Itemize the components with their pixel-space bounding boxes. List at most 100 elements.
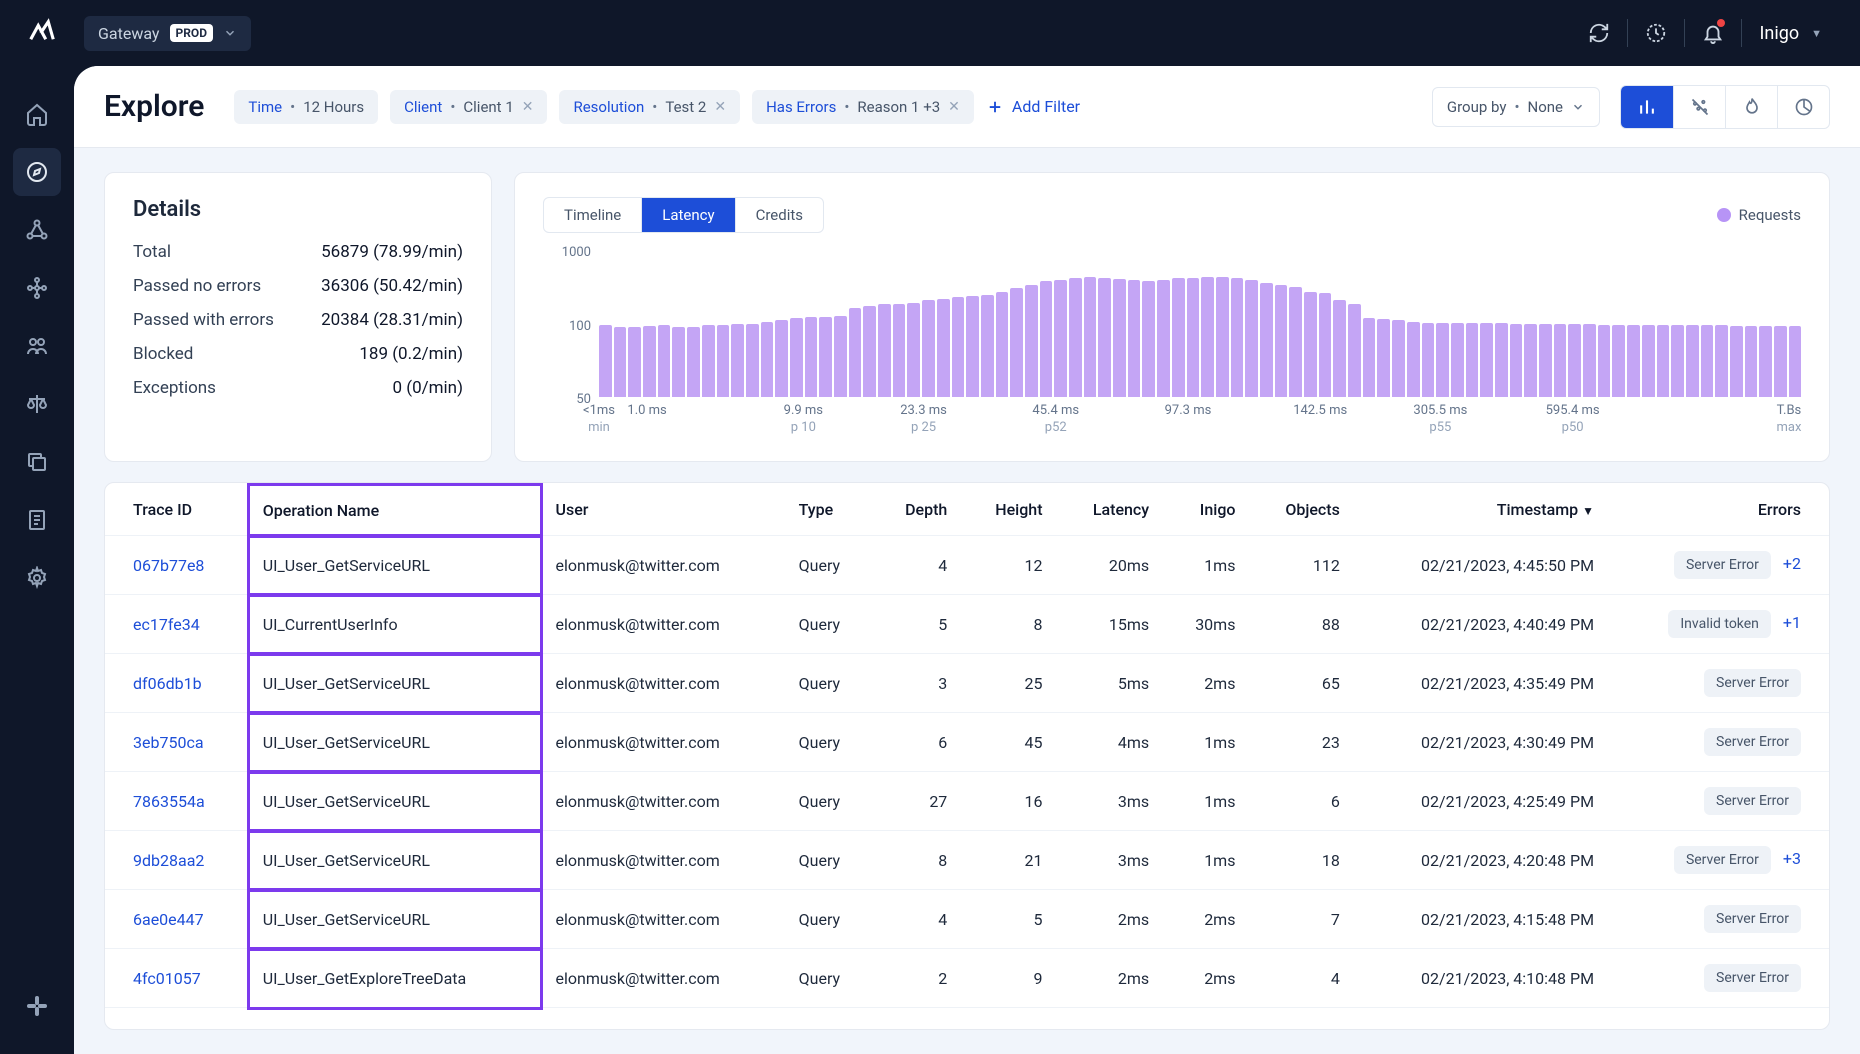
error-badge[interactable]: Server Error (1704, 905, 1801, 933)
chart-bar[interactable] (1319, 293, 1332, 397)
column-header[interactable]: Errors (1608, 485, 1829, 536)
chart-bar[interactable] (922, 300, 935, 397)
chart-bar[interactable] (1407, 322, 1420, 397)
error-badge[interactable]: Invalid token (1668, 610, 1771, 638)
chart-bar[interactable] (1304, 292, 1317, 397)
chart-bar[interactable] (1671, 325, 1684, 397)
chart-bar[interactable] (1539, 324, 1552, 397)
column-header[interactable]: Timestamp▼ (1354, 485, 1608, 536)
chart-bar[interactable] (1495, 323, 1508, 397)
table-row[interactable]: ec17fe34UI_CurrentUserInfoelonmusk@twitt… (105, 595, 1829, 654)
error-badge[interactable]: Server Error (1674, 551, 1771, 579)
chart-bar[interactable] (952, 297, 965, 397)
notifications-button[interactable] (1689, 13, 1737, 53)
chart-bar[interactable] (1701, 325, 1714, 397)
chart-bar[interactable] (672, 327, 685, 397)
chart-bar[interactable] (1759, 326, 1772, 397)
chart-bar[interactable] (1686, 325, 1699, 397)
chart-bar[interactable] (1260, 283, 1273, 397)
trace-id-link[interactable]: df06db1b (133, 674, 202, 693)
chart-bar[interactable] (937, 299, 950, 397)
chart-bar[interactable] (849, 308, 862, 397)
table-row[interactable]: 7863554aUI_User_GetServiceURLelonmusk@tw… (105, 772, 1829, 831)
chart-bar[interactable] (981, 295, 994, 397)
view-pie-button[interactable] (1777, 86, 1829, 128)
table-row[interactable]: 3eb750caUI_User_GetServiceURLelonmusk@tw… (105, 713, 1829, 772)
chart-bar[interactable] (1451, 323, 1464, 397)
chart-bar[interactable] (878, 304, 891, 397)
error-badge[interactable]: Server Error (1704, 964, 1801, 992)
column-header[interactable]: Operation Name (249, 485, 542, 536)
table-row[interactable]: 9db28aa2UI_User_GetServiceURLelonmusk@tw… (105, 831, 1829, 890)
error-badge[interactable]: Server Error (1704, 728, 1801, 756)
chart-bar[interactable] (1128, 280, 1141, 397)
trace-id-link[interactable]: 9db28aa2 (133, 851, 204, 870)
column-header[interactable]: Trace ID (105, 485, 249, 536)
chart-bar[interactable] (1524, 324, 1537, 397)
chart-bar[interactable] (1363, 318, 1376, 397)
chart-bar[interactable] (1348, 304, 1361, 397)
column-header[interactable]: Depth (872, 485, 961, 536)
table-row[interactable]: df06db1bUI_User_GetServiceURLelonmusk@tw… (105, 654, 1829, 713)
trace-id-link[interactable]: 067b77e8 (133, 556, 204, 575)
add-filter-button[interactable]: Add Filter (986, 97, 1080, 116)
column-header[interactable]: User (541, 485, 784, 536)
filter-chip[interactable]: Time•12 Hours (234, 90, 378, 124)
filter-chip[interactable]: Resolution•Test 2✕ (559, 90, 740, 124)
chart-bar[interactable] (1025, 285, 1038, 397)
sidebar-item-settings[interactable] (13, 554, 61, 602)
trace-id-link[interactable]: 7863554a (133, 792, 205, 811)
sidebar-item-schema[interactable] (13, 264, 61, 312)
chart-bar[interactable] (1480, 323, 1493, 397)
chart-bar[interactable] (1010, 288, 1023, 397)
chart-bar[interactable] (717, 325, 730, 397)
sidebar-item-graph[interactable] (13, 206, 61, 254)
chart-bar[interactable] (1172, 278, 1185, 397)
view-flame-button[interactable] (1725, 86, 1777, 128)
column-header[interactable]: Type (785, 485, 873, 536)
chart-bar[interactable] (1289, 287, 1302, 397)
chart-bar[interactable] (1568, 324, 1581, 397)
chart-bar[interactable] (907, 303, 920, 397)
chart-bar[interactable] (1789, 326, 1802, 397)
chart-bar[interactable] (1054, 280, 1067, 397)
filter-chip[interactable]: Has Errors•Reason 1 +3✕ (752, 90, 974, 124)
chart-bar[interactable] (1231, 278, 1244, 397)
chart-bar[interactable] (1157, 280, 1170, 397)
chart-bar[interactable] (805, 317, 818, 397)
chart-bar[interactable] (775, 320, 788, 397)
chart-bar[interactable] (1422, 323, 1435, 397)
chart-bar[interactable] (1466, 323, 1479, 397)
chart-bar[interactable] (1098, 278, 1111, 397)
chart-bar[interactable] (1084, 277, 1097, 397)
trace-id-link[interactable]: 3eb750ca (133, 733, 204, 752)
chart-bar[interactable] (1040, 281, 1053, 397)
chart-bar[interactable] (1642, 325, 1655, 397)
error-badge[interactable]: Server Error (1704, 787, 1801, 815)
more-errors-link[interactable]: +1 (1783, 613, 1801, 632)
view-bar-button[interactable] (1621, 86, 1673, 128)
sidebar-item-users[interactable] (13, 322, 61, 370)
filter-chip[interactable]: Client•Client 1✕ (390, 90, 547, 124)
chart-bar[interactable] (966, 296, 979, 397)
sidebar-item-home[interactable] (13, 90, 61, 138)
chart-bar[interactable] (628, 327, 641, 397)
error-badge[interactable]: Server Error (1704, 669, 1801, 697)
column-header[interactable]: Latency (1057, 485, 1164, 536)
chart-bar[interactable] (1201, 277, 1214, 397)
table-row[interactable]: 6ae0e447UI_User_GetServiceURLelonmusk@tw… (105, 890, 1829, 949)
chart-bar[interactable] (1583, 324, 1596, 397)
column-header[interactable]: Objects (1249, 485, 1353, 536)
sidebar-item-explore[interactable] (13, 148, 61, 196)
chart-bar[interactable] (1510, 324, 1523, 397)
chart-bar[interactable] (643, 326, 656, 397)
groupby-select[interactable]: Group by • None (1432, 87, 1600, 127)
trace-id-link[interactable]: ec17fe34 (133, 615, 200, 634)
trace-id-link[interactable]: 6ae0e447 (133, 910, 204, 929)
sidebar-item-balance[interactable] (13, 380, 61, 428)
table-row[interactable]: 4fc01057UI_User_GetExploreTreeDataelonmu… (105, 949, 1829, 1008)
view-scatter-button[interactable] (1673, 86, 1725, 128)
chart-bar[interactable] (1216, 277, 1229, 397)
chart-bar[interactable] (819, 317, 832, 397)
trace-id-link[interactable]: 4fc01057 (133, 969, 201, 988)
